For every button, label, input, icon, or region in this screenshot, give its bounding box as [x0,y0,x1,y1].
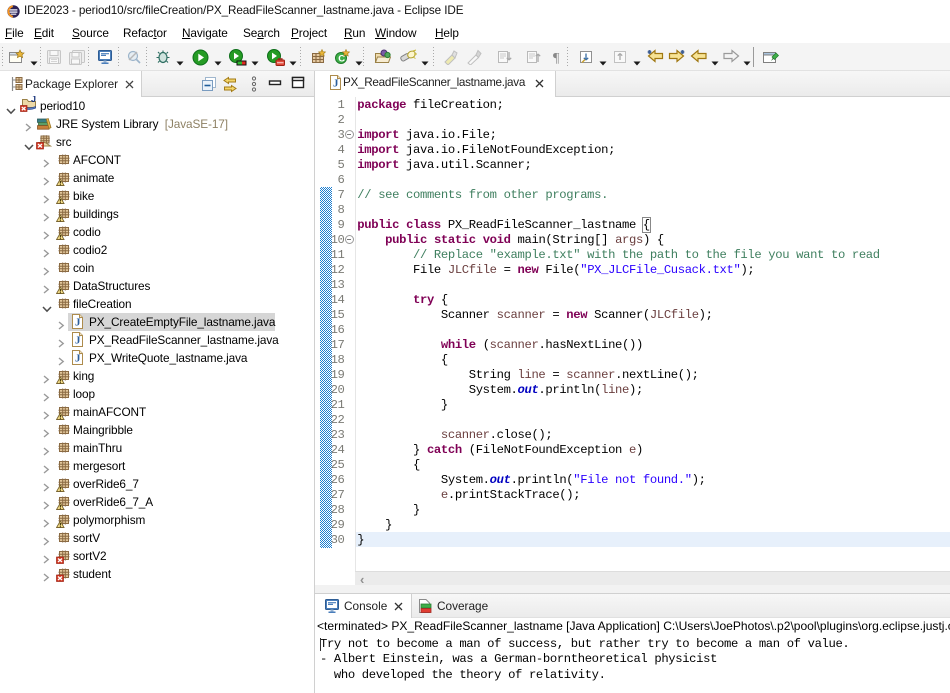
svg-text:¶: ¶ [553,51,560,65]
svg-text:J: J [31,96,36,104]
svg-text:J: J [333,78,339,90]
svg-text:J: J [75,317,81,329]
svg-text:J: J [75,335,81,347]
svg-text:J: J [75,353,81,365]
